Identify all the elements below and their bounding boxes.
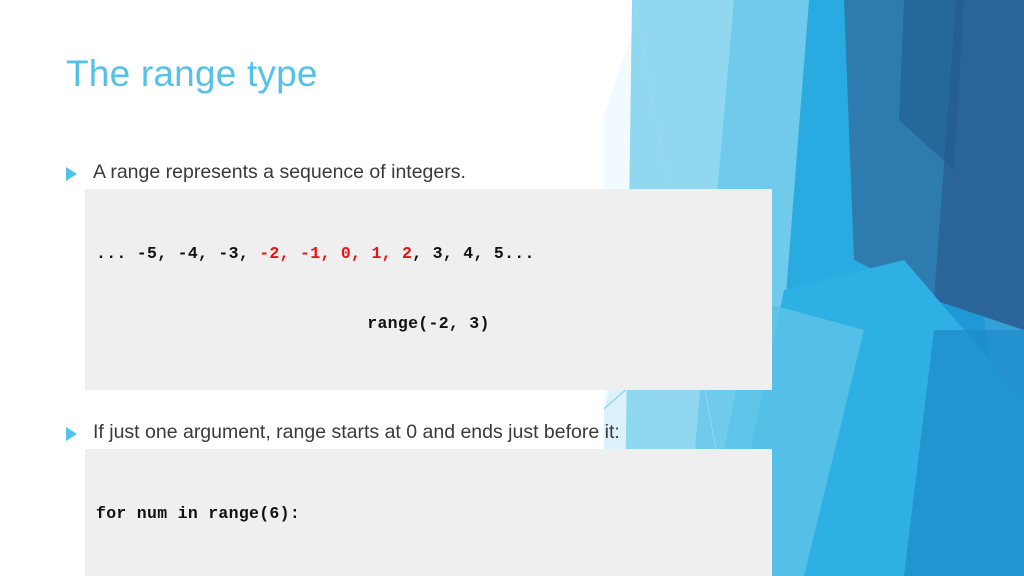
- code-line: print(num) # 0, 1, 2, 3, 4, 5: [85, 572, 772, 576]
- bullet-item-1: A range represents a sequence of integer…: [63, 160, 783, 185]
- slide-title: The range type: [66, 53, 318, 94]
- code-segment: for num in range(6):: [96, 504, 301, 524]
- bullet-item-2: If just one argument, range starts at 0 …: [63, 420, 783, 445]
- deco-shape-bright-blue: [764, 0, 1024, 576]
- deco-shape-deep-blue: [899, 0, 964, 170]
- deco-shape-dark-blue: [934, 0, 1024, 330]
- code-segment-highlight: -2, -1, 0, 1, 2: [259, 243, 413, 263]
- slide-canvas: The range type A range represents a sequ…: [0, 0, 1024, 576]
- code-block-range-number-line: ... -5, -4, -3, -2, -1, 0, 1, 2, 3, 4, 5…: [85, 188, 772, 391]
- bullet-text-1: A range represents a sequence of integer…: [93, 161, 466, 183]
- code-segment: range(-2, 3): [367, 314, 490, 334]
- code-line: ... -5, -4, -3, -2, -1, 0, 1, 2, 3, 4, 5…: [85, 242, 772, 265]
- code-block-one-argument: for num in range(6): print(num) # 0, 1, …: [85, 449, 772, 576]
- deco-shape-mid-blue: [854, 0, 1024, 576]
- deco-shape-lower-dark: [904, 330, 1024, 576]
- code-segment: ... -5, -4, -3,: [96, 243, 260, 263]
- triangle-bullet-icon: [63, 160, 93, 181]
- code-line: for num in range(6):: [85, 502, 772, 525]
- code-line: range(-2, 3): [85, 312, 772, 335]
- triangle-bullet-icon: [63, 420, 93, 442]
- code-segment: , 3, 4, 5...: [412, 243, 535, 263]
- deco-shape-steel-blue: [844, 0, 964, 300]
- bullet-text-2: If just one argument, range starts at 0 …: [93, 421, 620, 444]
- slide-body: A range represents a sequence of integer…: [63, 160, 783, 576]
